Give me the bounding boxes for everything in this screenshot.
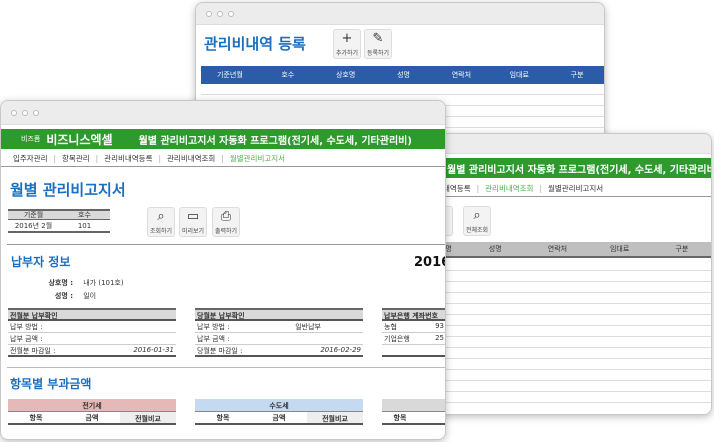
section-title: 납부자 정보 (11, 255, 71, 269)
table-header: 기준년월 호수 상호명 성명 연락처 임대료 구분 (201, 66, 604, 84)
title-bar (433, 134, 711, 154)
nav-item[interactable]: 입주자관리 (13, 153, 48, 164)
table-row[interactable] (433, 326, 711, 337)
search-all-button[interactable]: ⌕ 전체조회 (463, 206, 491, 236)
pencil-icon: ✎ (372, 31, 384, 46)
nav-item[interactable]: 관리비내역조회 (167, 153, 215, 164)
nav-item[interactable]: 월별관리비고지서 (230, 153, 285, 164)
front-window: 비즈폼 비즈니스엑셀 월별 관리비고지서 자동화 프로그램(전기세, 수도세, … (0, 100, 446, 440)
brand-logo: 비즈니스엑셀 (46, 132, 113, 147)
table-row[interactable] (433, 392, 711, 403)
section-title: 항목별 부과금액 (10, 377, 92, 391)
other-table: 항목 (382, 399, 445, 425)
table-row[interactable] (433, 337, 711, 348)
filter-table: 기준월 호수 2016년 2월 101 (8, 209, 110, 233)
table-row[interactable] (433, 293, 711, 304)
nav-item[interactable]: 관리비내역조회 (485, 183, 533, 194)
monitor-icon: ▭ (186, 209, 200, 224)
plus-icon: + (341, 31, 353, 46)
nav-item[interactable]: 월별관리비고지서 (548, 183, 603, 194)
table-row[interactable] (433, 359, 711, 370)
page-title: 관리비내역 등록 (204, 35, 306, 53)
table-row[interactable] (433, 315, 711, 326)
search-icon: ⌕ (473, 208, 481, 223)
month-value[interactable]: 2016년 2월 (8, 221, 59, 231)
brand-small: 비즈폼 (21, 135, 41, 143)
table-row[interactable] (433, 304, 711, 315)
add-button[interactable]: + 추가하기 (333, 29, 361, 59)
nav-menu: 입주자관리 | 항목관리 | 관리비내역등록 | 관리비내역조회 | 월별관리비고지서 (1, 151, 445, 167)
table-row[interactable] (201, 84, 604, 95)
title-bar (196, 3, 604, 25)
table-header: 명 성명 연락처 임대료 구분 (433, 242, 711, 258)
search-icon: ⌕ (157, 209, 165, 224)
table-row[interactable] (433, 260, 711, 271)
title-banner: 비즈폼 비즈니스엑셀 월별 관리비고지서 자동화 프로그램(전기세, 수도세, … (1, 129, 445, 149)
current-payment-box: 당월분 납부확인 납부 방법 : 일반납부 납부 금액 : 당월분 마감일 :20… (195, 308, 363, 357)
nav-item[interactable]: 항목관리 (62, 153, 90, 164)
table-row[interactable] (433, 370, 711, 381)
table-row[interactable] (433, 282, 711, 293)
year-label: 2016 (414, 255, 445, 270)
table-row[interactable] (433, 348, 711, 359)
register-button[interactable]: ✎ 등록하기 (364, 29, 392, 59)
table-row[interactable] (433, 271, 711, 282)
prev-payment-box: 전월분 납부확인 납부 방법 : 납부 금액 : 전월분 마감일 :2016-0… (8, 308, 176, 357)
title-bar (1, 101, 445, 125)
unit-value[interactable]: 101 (59, 222, 110, 230)
preview-button[interactable]: ▭ 미리보기 (179, 207, 207, 237)
print-button[interactable]: ⎙ 출력하기 (212, 207, 240, 237)
water-table: 수도세 항목 금액 전월비교 (195, 399, 363, 425)
nav-item[interactable]: 내역등록 (443, 183, 471, 194)
table-row[interactable] (433, 381, 711, 392)
title-banner: 월별 관리비고지서 자동화 프로그램(전기세, 수도세, 기타관리비) (433, 158, 711, 178)
page-title: 월별 관리비고지서 (10, 181, 126, 199)
query-button[interactable]: ⌕ 조회하기 (147, 207, 175, 237)
bank-account-box: 납부은행 계좌번호 농협 93 기업은행 25 (382, 308, 445, 357)
middle-window: 월별 관리비고지서 자동화 프로그램(전기세, 수도세, 기타관리비) 내역등록… (432, 133, 712, 415)
app-title: 월별 관리비고지서 자동화 프로그램(전기세, 수도세, 기타관리비) (138, 135, 412, 147)
printer-icon: ⎙ (220, 209, 232, 224)
nav-item[interactable]: 관리비내역등록 (104, 153, 152, 164)
electric-table: 전기세 항목 금액 전월비교 (8, 399, 176, 425)
nav-menu: 내역등록 | 관리비내역조회 | 월별관리비고지서 (433, 181, 711, 197)
